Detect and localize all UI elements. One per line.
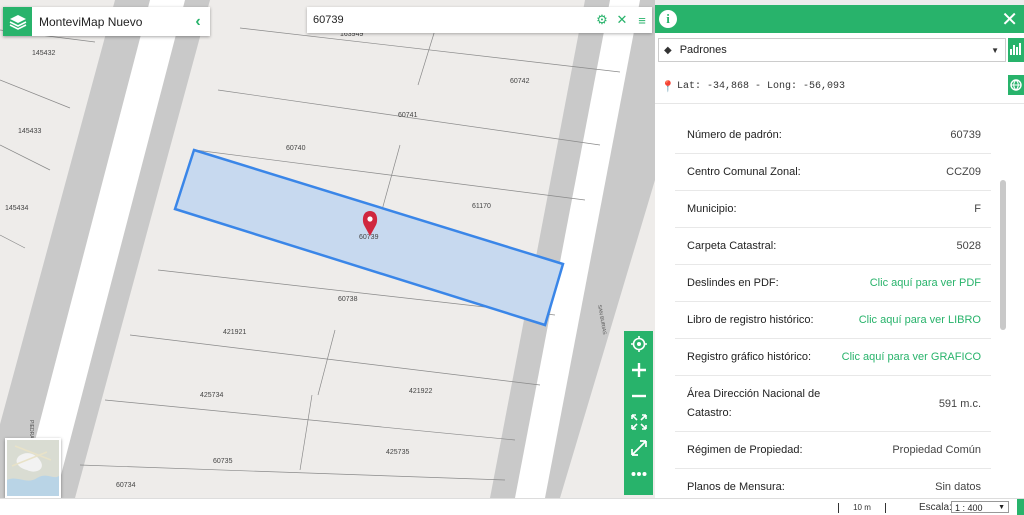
attribute-row: Planos de Mensura: Sin datos	[675, 469, 991, 498]
chevron-left-icon[interactable]: ‹	[186, 13, 210, 31]
attribute-row: Centro Comunal Zonal: CCZ09	[675, 154, 991, 191]
map-controls	[624, 331, 653, 495]
attribute-label: Área Dirección Nacional de Catastro:	[687, 387, 821, 419]
parcel-label: 60734	[116, 482, 136, 489]
parcel-label: 60735	[213, 458, 233, 465]
info-icon: i	[659, 10, 677, 28]
attribute-label: Libro de registro histórico:	[687, 314, 814, 326]
scale-select[interactable]: 1 : 400 ▼	[951, 501, 1009, 513]
app-title: MonteviMap Nuevo	[39, 14, 143, 29]
layer-row: ◆ Padrones ▼	[655, 33, 1024, 69]
map-graphics[interactable]: 145432 145433 145434 163949 60742 60741 …	[0, 0, 655, 498]
layer-select[interactable]: ◆ Padrones ▼	[658, 38, 1006, 62]
attribute-label: Centro Comunal Zonal:	[687, 166, 801, 178]
zoom-out-icon[interactable]	[624, 383, 653, 409]
layers-icon	[3, 7, 32, 36]
minimap-thumbnail[interactable]	[5, 438, 61, 498]
attribute-value: F	[974, 203, 981, 215]
attribute-label: Registro gráfico histórico:	[687, 351, 812, 363]
attribute-row: Deslindes en PDF: Clic aquí para ver PDF	[675, 265, 991, 302]
chevron-down-icon: ▼	[991, 45, 999, 55]
parcel-label: 61170	[472, 203, 491, 210]
fit-icon[interactable]	[624, 409, 653, 435]
grafico-link[interactable]: Clic aquí para ver GRAFICO	[842, 351, 981, 363]
attribute-label: Deslindes en PDF:	[687, 277, 779, 289]
attribute-label: Carpeta Catastral:	[687, 240, 777, 252]
search-bar: ⚙ ✕ ≡	[307, 7, 652, 33]
gear-icon[interactable]: ⚙	[592, 12, 612, 28]
attribute-value: 60739	[950, 129, 981, 141]
attribute-row: Número de padrón: 60739	[675, 117, 991, 154]
app-title-bar: MonteviMap Nuevo ‹	[3, 7, 210, 36]
attribute-row: Libro de registro histórico: Clic aquí p…	[675, 302, 991, 339]
attribute-label: Número de padrón:	[687, 129, 782, 141]
parcel-label: 145433	[18, 128, 41, 135]
attribute-row: Registro gráfico histórico: Clic aquí pa…	[675, 339, 991, 376]
layer-select-value: Padrones	[679, 44, 727, 56]
attribute-value: Propiedad Común	[892, 444, 981, 456]
street-label: PIEDRA	[28, 420, 34, 439]
pdf-link[interactable]: Clic aquí para ver PDF	[870, 277, 981, 289]
map-pin-icon: 📍	[661, 81, 675, 93]
locate-icon[interactable]	[624, 331, 653, 357]
globe-icon[interactable]	[1008, 75, 1024, 95]
parcel-label: 145434	[5, 205, 28, 212]
panel-toggle-tab[interactable]	[1017, 499, 1024, 515]
panel-header: i ✕	[655, 5, 1024, 33]
close-icon[interactable]: ✕	[1001, 7, 1018, 32]
attribute-row: Área Dirección Nacional de Catastro: 591…	[675, 376, 991, 432]
fullscreen-icon[interactable]	[624, 435, 653, 461]
attribute-row: Municipio: F	[675, 191, 991, 228]
search-input[interactable]	[307, 13, 592, 27]
more-icon[interactable]	[624, 461, 653, 487]
close-icon[interactable]: ✕	[612, 12, 632, 28]
panel-scrollbar[interactable]	[1000, 180, 1006, 330]
attribute-label: Régimen de Propiedad:	[687, 444, 803, 456]
scale-value: 1 : 400	[955, 503, 983, 513]
coordinates-text: Lat: -34,868 - Long: -56,093	[677, 81, 846, 92]
parcel-label: 60738	[338, 296, 358, 303]
parcel-label: 425734	[200, 392, 223, 399]
layers-icon: ◆	[664, 44, 672, 56]
map-canvas[interactable]: 145432 145433 145434 163949 60742 60741 …	[0, 0, 655, 498]
parcel-label: 60741	[398, 112, 418, 119]
coordinates-row: 📍 Lat: -34,868 - Long: -56,093	[655, 69, 1024, 104]
scale-label: Escala:	[919, 502, 952, 513]
parcel-label: 60742	[510, 78, 530, 85]
attribute-value: CCZ09	[946, 166, 981, 178]
parcel-label: 421921	[223, 329, 246, 336]
scale-bar: 10 m Escala: 1 : 400 ▼	[0, 498, 1024, 515]
parcel-label: 145432	[32, 50, 55, 57]
attribute-row: Régimen de Propiedad: Propiedad Común	[675, 432, 991, 469]
menu-icon[interactable]: ≡	[632, 13, 652, 28]
parcel-label: 425735	[386, 449, 409, 456]
zoom-in-icon[interactable]	[624, 357, 653, 383]
scale-distance: 10 m	[838, 503, 886, 513]
attribute-value: Sin datos	[935, 481, 981, 493]
attribute-value: 591 m.c.	[938, 397, 981, 410]
parcel-label: 421922	[409, 388, 432, 395]
chart-icon[interactable]	[1008, 38, 1024, 62]
chevron-down-icon: ▼	[998, 504, 1005, 511]
parcel-label: 60739	[359, 234, 379, 241]
info-panel: i ✕ ◆ Padrones ▼ 📍 Lat: -34,868 - Long: …	[655, 5, 1024, 498]
parcel-label: 60740	[286, 145, 306, 152]
libro-link[interactable]: Clic aquí para ver LIBRO	[859, 314, 981, 326]
attribute-label: Municipio:	[687, 203, 737, 215]
attribute-row: Carpeta Catastral: 5028	[675, 228, 991, 265]
attribute-value: 5028	[956, 240, 981, 252]
attribute-label: Planos de Mensura:	[687, 481, 785, 493]
attribute-list: Número de padrón: 60739 Centro Comunal Z…	[675, 117, 991, 498]
